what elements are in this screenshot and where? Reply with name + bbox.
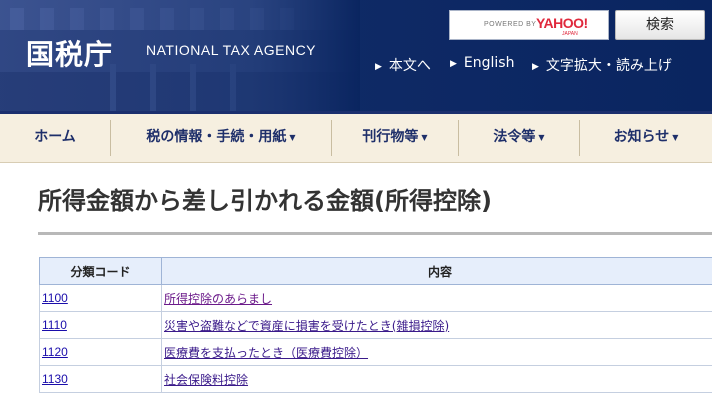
page-title: 所得金額から差し引かれる金額(所得控除)	[38, 187, 492, 215]
content-cell: 所得控除のあらまし	[161, 284, 712, 312]
nav-item-publications[interactable]: 刊行物等 ▼	[332, 114, 458, 162]
caret-down-icon: ▼	[421, 133, 428, 142]
content-cell: 医療費を支払ったとき（医療費控除）	[161, 338, 712, 366]
content-link[interactable]: 災害や盗難などで資産に損害を受けたとき(雑損控除)	[164, 319, 449, 333]
nav-item-home[interactable]: ホーム	[0, 114, 110, 162]
site-header: 国税庁 NATIONAL TAX AGENCY POWERED BY YAHOO…	[0, 0, 712, 111]
site-logo[interactable]: 国税庁	[26, 33, 113, 73]
code-cell: 1100	[39, 284, 162, 312]
caret-down-icon: ▼	[538, 133, 545, 142]
content-cell: 社会保険料控除	[161, 365, 712, 393]
triangle-right-icon: ▶	[532, 62, 539, 72]
table-row: 1130 社会保険料控除	[39, 365, 712, 393]
table-row: 1110 災害や盗難などで資産に損害を受けたとき(雑損控除)	[39, 311, 712, 339]
code-link[interactable]: 1100	[42, 291, 68, 305]
caret-down-icon: ▼	[289, 133, 296, 142]
column-header-code: 分類コード	[39, 257, 162, 285]
content-cell: 災害や盗難などで資産に損害を受けたとき(雑損控除)	[161, 311, 712, 339]
site-logo-english: NATIONAL TAX AGENCY	[146, 42, 317, 58]
column-header-content: 内容	[161, 257, 712, 285]
triangle-right-icon: ▶	[375, 62, 382, 72]
content-link[interactable]: 社会保険料控除	[164, 373, 248, 387]
yahoo-logo: YAHOO!	[536, 15, 588, 31]
content-link[interactable]: 所得控除のあらまし	[164, 292, 272, 306]
skip-to-content-link[interactable]: ▶ 本文へ	[375, 55, 431, 75]
code-cell: 1110	[39, 311, 162, 339]
nav-item-news[interactable]: お知らせ ▼	[580, 114, 712, 162]
english-link[interactable]: ▶ English	[450, 55, 514, 71]
title-divider	[38, 232, 712, 235]
table-row: 1120 医療費を支払ったとき（医療費控除）	[39, 338, 712, 366]
table-header-row: 分類コード 内容	[39, 257, 712, 285]
code-link[interactable]: 1130	[42, 372, 68, 386]
main-nav: ホーム 税の情報・手続・用紙 ▼ 刊行物等 ▼ 法令等 ▼ お知らせ ▼	[0, 111, 712, 163]
nav-item-tax-info[interactable]: 税の情報・手続・用紙 ▼	[111, 114, 331, 162]
text-size-link[interactable]: ▶ 文字拡大・読み上げ	[532, 55, 672, 75]
triangle-right-icon: ▶	[450, 59, 457, 69]
classification-table: 分類コード 内容 1100 所得控除のあらまし 1110 災害や盗難などで資産に…	[39, 257, 712, 393]
code-link[interactable]: 1120	[42, 345, 68, 359]
powered-by-label: POWERED BY	[484, 21, 537, 28]
search-input[interactable]: POWERED BY YAHOO! JAPAN	[449, 10, 609, 40]
code-link[interactable]: 1110	[42, 318, 67, 332]
table-row: 1100 所得控除のあらまし	[39, 284, 712, 312]
caret-down-icon: ▼	[672, 133, 679, 142]
nav-item-laws[interactable]: 法令等 ▼	[459, 114, 579, 162]
yahoo-logo-sub: JAPAN	[562, 31, 578, 37]
content-link[interactable]: 医療費を支払ったとき（医療費控除）	[164, 346, 368, 360]
code-cell: 1130	[39, 365, 162, 393]
code-cell: 1120	[39, 338, 162, 366]
search-button[interactable]: 検索	[615, 10, 705, 40]
